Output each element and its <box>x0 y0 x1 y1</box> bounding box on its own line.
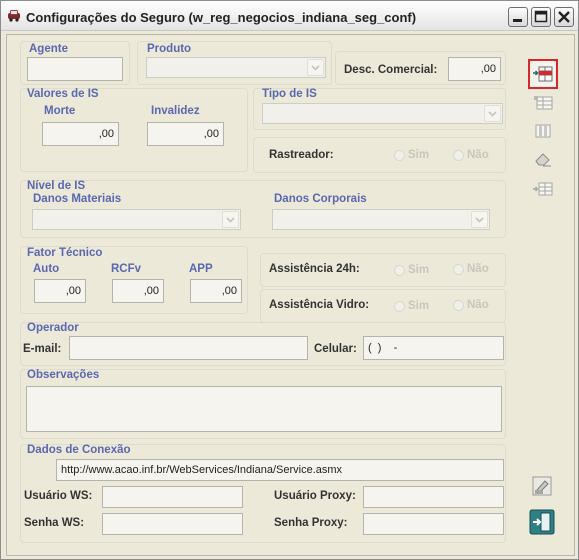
minimize-button[interactable] <box>508 7 528 27</box>
assistencia-24h-nao-radio[interactable]: Não <box>453 263 489 275</box>
close-icon <box>558 11 570 23</box>
email-label: E-mail: <box>23 343 62 355</box>
danos-corporais-select[interactable] <box>272 209 490 230</box>
columns-button[interactable] <box>531 119 555 143</box>
fator-tecnico-label: Fator Técnico <box>27 247 103 259</box>
columns-icon <box>535 124 551 138</box>
danos-corporais-dropdown-button[interactable] <box>471 211 488 228</box>
assistencia-vidro-nao-radio[interactable]: Não <box>453 299 489 311</box>
senha-proxy-field[interactable] <box>363 513 504 535</box>
danos-materiais-dropdown-button[interactable] <box>222 211 239 228</box>
exit-button[interactable] <box>528 508 555 535</box>
rastreador-nao-radio[interactable]: Não <box>453 149 489 161</box>
insert-row-icon <box>533 66 553 82</box>
tipo-is-dropdown-button[interactable] <box>484 105 501 122</box>
observacoes-textarea[interactable] <box>26 386 502 432</box>
table-grid-button[interactable] <box>531 91 555 115</box>
print-disabled-icon <box>532 476 552 496</box>
eraser-button[interactable] <box>531 147 555 171</box>
exit-door-icon <box>529 509 554 534</box>
celular-field[interactable]: ( ) - <box>363 336 504 360</box>
assistencia-vidro-sim-label: Sim <box>408 300 430 312</box>
senha-ws-label: Senha WS: <box>24 517 85 529</box>
main-window: Configurações do Seguro (w_reg_negocios_… <box>0 0 579 560</box>
chevron-down-icon <box>488 110 497 117</box>
nivel-is-label: Nível de IS <box>27 180 86 192</box>
auto-label: Auto <box>33 263 60 275</box>
invalidez-field[interactable]: ,00 <box>147 122 224 146</box>
service-url-field[interactable]: http://www.acao.inf.br/WebServices/India… <box>56 459 504 481</box>
usuario-ws-label: Usuário WS: <box>24 490 93 502</box>
print-button[interactable] <box>530 474 554 498</box>
produto-select[interactable] <box>146 57 326 78</box>
senha-ws-field[interactable] <box>102 513 243 535</box>
produto-label: Produto <box>147 43 192 55</box>
table-grid-icon <box>534 96 553 110</box>
rastreador-sim-radio[interactable]: Sim <box>394 149 429 161</box>
insert-table-icon <box>533 182 553 196</box>
assistencia-vidro-sim-radio[interactable]: Sim <box>394 300 429 312</box>
assistencia-24h-nao-label: Não <box>467 263 489 275</box>
app-field[interactable]: ,00 <box>190 279 242 303</box>
car-icon <box>8 10 20 22</box>
eraser-icon <box>535 153 551 167</box>
insert-table-button[interactable] <box>531 177 555 201</box>
assistencia-24h-sim-radio[interactable]: Sim <box>394 264 429 276</box>
desc-comercial-field[interactable]: ,00 <box>448 57 501 81</box>
minimize-icon <box>513 19 522 22</box>
agente-label: Agente <box>29 43 68 55</box>
tipo-is-label: Tipo de IS <box>262 88 317 100</box>
usuario-proxy-label: Usuário Proxy: <box>274 490 356 502</box>
tipo-is-select[interactable] <box>262 103 503 124</box>
produto-dropdown-button[interactable] <box>307 59 324 76</box>
maximize-button[interactable] <box>531 7 551 27</box>
desc-comercial-label: Desc. Comercial: <box>344 64 438 76</box>
app-label: APP <box>189 263 213 275</box>
danos-corporais-label: Danos Corporais <box>274 193 367 205</box>
assistencia-vidro-nao-label: Não <box>467 299 489 311</box>
observacoes-label: Observações <box>27 369 100 381</box>
window-title: Configurações do Seguro (w_reg_negocios_… <box>26 10 417 25</box>
title-bar[interactable]: Configurações do Seguro (w_reg_negocios_… <box>1 1 578 31</box>
rastreador-sim-label: Sim <box>408 149 430 161</box>
assistencia-24h-sim-label: Sim <box>408 264 430 276</box>
rcfv-label: RCFv <box>111 263 142 275</box>
invalidez-label: Invalidez <box>151 105 200 117</box>
conexao-label: Dados de Conexão <box>27 444 131 456</box>
insert-row-button[interactable] <box>528 59 558 89</box>
chevron-down-icon <box>226 216 235 223</box>
celular-label: Celular: <box>314 343 357 355</box>
auto-field[interactable]: ,00 <box>34 279 86 303</box>
assistencia-vidro-label: Assistência Vidro: <box>269 299 370 311</box>
rastreador-label: Rastreador: <box>269 149 334 161</box>
usuario-proxy-field[interactable] <box>363 486 504 508</box>
operador-label: Operador <box>27 322 79 334</box>
danos-materiais-select[interactable] <box>32 209 241 230</box>
assistencia-24h-label: Assistência 24h: <box>269 263 360 275</box>
morte-field[interactable]: ,00 <box>42 122 119 146</box>
chevron-down-icon <box>311 64 320 71</box>
morte-label: Morte <box>44 105 76 117</box>
danos-materiais-label: Danos Materiais <box>33 193 122 205</box>
valores-is-label: Valores de IS <box>27 88 99 100</box>
rcfv-field[interactable]: ,00 <box>112 279 164 303</box>
email-field[interactable] <box>69 336 308 360</box>
close-button[interactable] <box>554 7 574 27</box>
agente-field[interactable] <box>27 57 123 81</box>
chevron-down-icon <box>475 216 484 223</box>
senha-proxy-label: Senha Proxy: <box>274 517 348 529</box>
maximize-icon <box>534 10 548 23</box>
usuario-ws-field[interactable] <box>102 486 243 508</box>
rastreador-nao-label: Não <box>467 149 489 161</box>
